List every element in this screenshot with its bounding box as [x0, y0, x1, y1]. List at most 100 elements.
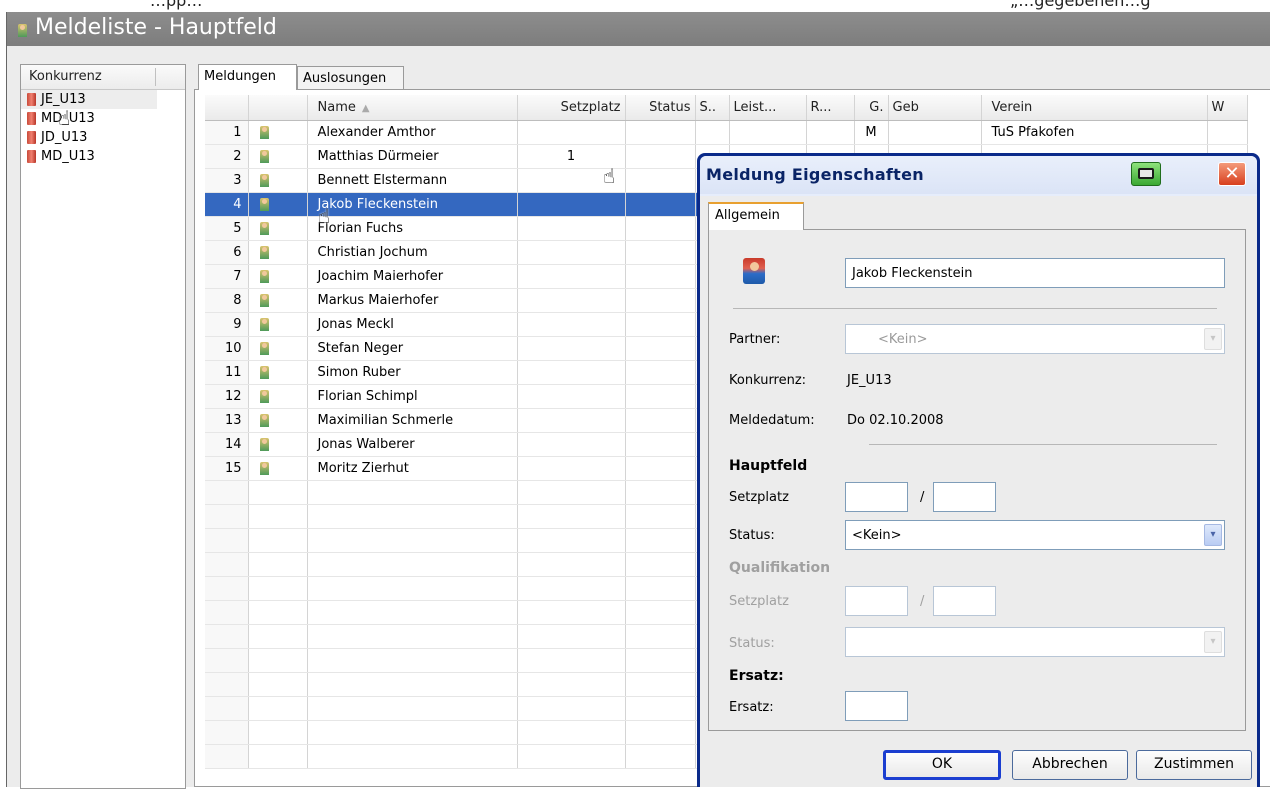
grid-cell — [625, 528, 696, 553]
col-header-leistung[interactable]: Leist... — [729, 95, 807, 121]
col-header-status[interactable]: Status — [625, 95, 696, 121]
dialog-titlebar[interactable]: Meldung Eigenschaften ✕ — [700, 156, 1257, 194]
setzplatz-cell — [517, 408, 626, 433]
ok-button[interactable]: OK — [883, 750, 1001, 780]
konkurrenz-header[interactable]: Konkurrenz — [21, 65, 185, 90]
setzplatz-cell — [517, 264, 626, 289]
grid-cell — [806, 120, 855, 145]
grid-cell — [205, 480, 249, 505]
hand-cursor-icon: ☝ — [603, 164, 616, 188]
tree-item-label: JD_U13 — [41, 130, 88, 145]
grid-cell — [625, 744, 696, 769]
player-icon — [259, 414, 270, 427]
grid-cell — [248, 480, 308, 505]
row-number: 6 — [205, 240, 249, 265]
grid-cell — [248, 744, 308, 769]
ersatz-label: Ersatz: — [729, 700, 774, 715]
player-icon-cell — [248, 120, 308, 145]
allgemein-panel: Jakob Fleckenstein Partner: <Kein> ▾ Kon… — [708, 229, 1246, 731]
q-setzplatz-input-2[interactable] — [933, 586, 996, 616]
table-row[interactable]: 1 Alexander Amthor M TuS Pfakofen — [205, 120, 1248, 145]
grid-cell — [625, 696, 696, 721]
grid-cell — [205, 528, 249, 553]
grid-cell — [307, 528, 518, 553]
close-button[interactable]: ✕ — [1218, 162, 1246, 186]
chevron-down-icon: ▾ — [1204, 328, 1222, 350]
grid-cell — [517, 744, 626, 769]
grid-cell — [625, 360, 696, 385]
col-header-name[interactable]: Name ▲ — [307, 95, 518, 121]
app-person-icon — [17, 24, 31, 38]
row-number: 4 — [205, 192, 249, 217]
verein-cell: TuS Pfakofen — [981, 120, 1208, 145]
grid-cell — [205, 504, 249, 529]
player-icon — [259, 126, 270, 139]
tab-auslosungen[interactable]: Auslosungen — [297, 66, 404, 90]
tree-item-md-u13[interactable]: MD_U13 — [21, 109, 185, 128]
setzplatz-cell — [517, 432, 626, 457]
setzplatz-input-2[interactable] — [933, 482, 996, 512]
hand-cursor-icon: ☝ — [58, 106, 71, 130]
col-header-verein[interactable]: Verein — [981, 95, 1208, 121]
player-icon — [743, 258, 767, 286]
setzplatz-input[interactable] — [845, 482, 908, 512]
grid-cell — [517, 624, 626, 649]
grid-cell — [625, 456, 696, 481]
apply-button[interactable]: Zustimmen — [1136, 750, 1252, 780]
cancel-button[interactable]: Abbrechen — [1012, 750, 1128, 780]
row-number: 10 — [205, 336, 249, 361]
grid-cell — [517, 504, 626, 529]
col-header-num[interactable] — [205, 95, 249, 121]
player-icon — [259, 246, 270, 259]
col-header-geb[interactable]: Geb — [888, 95, 982, 121]
name-field[interactable]: Jakob Fleckenstein — [845, 258, 1225, 288]
tab-meldungen[interactable]: Meldungen — [198, 64, 297, 90]
col-header-w[interactable]: W — [1207, 95, 1248, 121]
grid-cell — [205, 552, 249, 577]
tab-allgemein[interactable]: Allgemein — [708, 202, 804, 230]
tree-item-jd-u13[interactable]: JD_U13 — [21, 128, 185, 147]
col-header-setzplatz[interactable]: Setzplatz — [517, 95, 626, 121]
player-name: Alexander Amthor — [307, 120, 518, 145]
col-header-icon[interactable] — [248, 95, 308, 121]
grid-cell — [307, 696, 518, 721]
partner-label: Partner: — [729, 332, 781, 347]
grid-cell — [307, 744, 518, 769]
print-button[interactable] — [1131, 162, 1161, 186]
status-select[interactable]: <Kein> ▾ — [845, 520, 1225, 550]
gender-cell: M — [854, 120, 889, 145]
grid-cell — [517, 720, 626, 745]
col-header-r[interactable]: R... — [806, 95, 855, 121]
grid-cell — [517, 576, 626, 601]
status-value: <Kein> — [852, 528, 902, 543]
grid-cell — [307, 720, 518, 745]
grid-cell — [205, 624, 249, 649]
player-icon-cell — [248, 432, 308, 457]
tree-item-md-u13-2[interactable]: MD_U13 — [21, 147, 185, 166]
grid-cell — [248, 720, 308, 745]
window-title: Meldeliste - Hauptfeld — [35, 15, 277, 40]
competition-icon — [27, 150, 36, 163]
grid-cell — [248, 624, 308, 649]
grid-cell — [625, 504, 696, 529]
q-status-select[interactable]: ▾ — [845, 627, 1225, 657]
grid-cell — [517, 648, 626, 673]
setzplatz-cell — [517, 456, 626, 481]
row-number: 14 — [205, 432, 249, 457]
grid-cell — [205, 696, 249, 721]
player-icon — [259, 198, 270, 211]
grid-cell — [307, 672, 518, 697]
q-setzplatz-input[interactable] — [845, 586, 908, 616]
grid-cell — [625, 336, 696, 361]
grid-cell — [307, 648, 518, 673]
qualifikation-heading: Qualifikation — [729, 560, 831, 576]
col-header-name-label: Name — [317, 100, 356, 115]
player-icon-cell — [248, 240, 308, 265]
col-header-s[interactable]: S.. — [695, 95, 730, 121]
col-header-g[interactable]: G. — [854, 95, 889, 121]
tree-item-je-u13[interactable]: JE_U13 — [21, 90, 157, 109]
player-icon-cell — [248, 384, 308, 409]
ersatz-input[interactable] — [845, 691, 908, 721]
partner-select[interactable]: <Kein> ▾ — [845, 324, 1225, 354]
meldedatum-label: Meldedatum: — [729, 413, 815, 428]
